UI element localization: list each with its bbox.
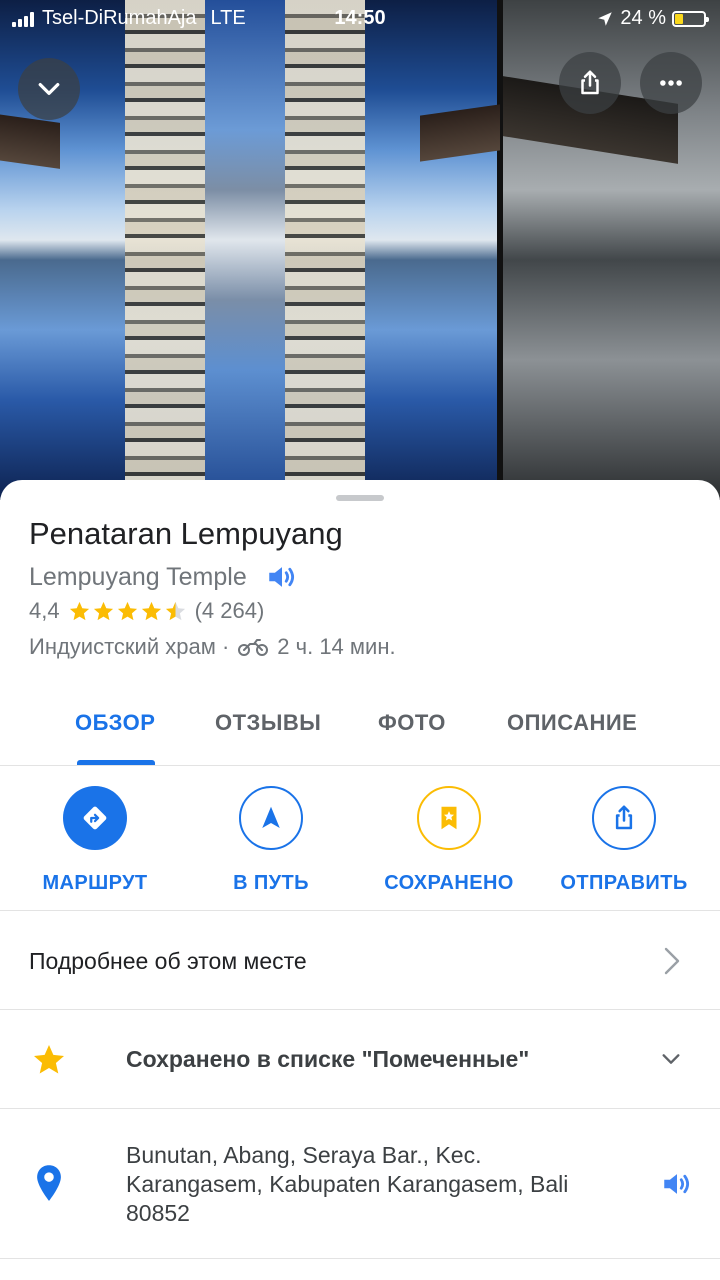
navigation-icon-ring <box>239 786 303 850</box>
location-arrow-icon <box>598 11 613 26</box>
directions-icon <box>83 806 107 830</box>
address-text: Bunutan, Abang, Seraya Bar., Kec. Karang… <box>126 1141 568 1228</box>
photo-gallery[interactable] <box>0 0 720 500</box>
status-right: 24 % <box>596 7 709 30</box>
place-sheet: Penataran Lempuyang Lempuyang Temple 4,4… <box>0 480 720 1280</box>
chevron-down-icon <box>38 83 60 95</box>
navigation-arrow-icon <box>262 806 280 828</box>
share-icon <box>615 805 633 830</box>
directions-label: МАРШРУТ <box>42 872 148 894</box>
start-navigation-button[interactable]: В ПУТЬ <box>186 786 356 895</box>
tab-description[interactable]: ОПИСАНИЕ <box>507 710 637 736</box>
share-icon <box>581 70 599 95</box>
share-button[interactable] <box>559 52 621 114</box>
category-row: Индуистский храм · 2 ч. 14 мин. <box>29 634 396 660</box>
directions-button[interactable]: МАРШРУТ <box>10 786 180 895</box>
saved-icon-ring <box>417 786 481 850</box>
speaker-icon[interactable] <box>265 560 299 594</box>
star-icon <box>34 1045 64 1074</box>
saved-button[interactable]: СОХРАНЕНО <box>364 786 534 895</box>
rating-value: 4,4 <box>29 598 60 623</box>
more-info-row[interactable]: Подробнее об этом месте <box>0 911 720 1010</box>
saved-list-text: Сохранено в списке "Помеченные" <box>126 1046 530 1072</box>
battery-icon <box>672 10 709 27</box>
collapse-button[interactable] <box>18 58 80 120</box>
star-half-icon <box>165 601 185 620</box>
chevron-down-icon[interactable] <box>658 1048 684 1070</box>
address-line-2: Karangasem, Kabupaten Karangasem, Bali <box>126 1171 569 1197</box>
address-line-3: 80852 <box>126 1200 190 1226</box>
send-label: ОТПРАВИТЬ <box>560 872 688 894</box>
place-category: Индуистский храм · <box>29 634 230 659</box>
star-full-icon <box>117 601 137 620</box>
more-options-button[interactable] <box>640 52 702 114</box>
tab-bar: ОБЗОР ОТЗЫВЫ ФОТО ОПИСАНИЕ <box>0 688 720 766</box>
place-title: Penataran Lempuyang <box>29 516 343 551</box>
tab-reviews[interactable]: ОТЗЫВЫ <box>215 710 321 736</box>
location-pin-icon <box>37 1165 61 1201</box>
bookmark-star-icon <box>441 806 457 830</box>
travel-time: 2 ч. 14 мин. <box>277 634 396 659</box>
address-line-1: Bunutan, Abang, Seraya Bar., Kec. <box>126 1142 482 1168</box>
star-full-icon <box>93 601 113 620</box>
place-alt-name: Lempuyang Temple <box>29 562 247 591</box>
place-subtitle: Lempuyang Temple <box>29 560 299 594</box>
pavilion-roof <box>420 104 500 162</box>
start-navigation-label: В ПУТЬ <box>233 872 309 894</box>
more-horizontal-icon <box>660 80 682 86</box>
star-full-icon <box>141 601 161 620</box>
send-icon-ring <box>592 786 656 850</box>
motorcycle-icon <box>238 639 269 656</box>
tab-overview[interactable]: ОБЗОР <box>75 710 155 736</box>
saved-list-row[interactable]: Сохранено в списке "Помеченные" <box>0 1010 720 1109</box>
rating-row[interactable]: 4,4 (4 264) <box>29 598 264 624</box>
tab-photos[interactable]: ФОТО <box>378 710 446 736</box>
chevron-right-icon <box>664 947 680 975</box>
gate-right <box>285 0 365 500</box>
more-info-text: Подробнее об этом месте <box>29 948 307 974</box>
status-bar: Tsel-DiRumahAja LTE 14:50 24 % <box>0 0 720 38</box>
sheet-grabber[interactable] <box>336 495 384 501</box>
address-row[interactable]: Bunutan, Abang, Seraya Bar., Kec. Karang… <box>0 1109 720 1259</box>
battery-percent: 24 % <box>620 7 666 29</box>
send-button[interactable]: ОТПРАВИТЬ <box>539 786 709 895</box>
action-bar: МАРШРУТ В ПУТЬ СОХРАНЕНО ОТПРАВИТЬ <box>0 766 720 911</box>
rating-stars <box>68 600 187 623</box>
saved-label: СОХРАНЕНО <box>384 872 514 894</box>
speaker-icon[interactable] <box>659 1167 695 1201</box>
pavilion-roof <box>0 113 60 169</box>
star-full-icon <box>69 601 89 620</box>
directions-icon-ring <box>63 786 127 850</box>
reviews-count: (4 264) <box>194 598 265 623</box>
gate-gap-sky <box>205 0 285 500</box>
gate-left <box>125 0 205 500</box>
active-tab-indicator <box>77 760 155 765</box>
